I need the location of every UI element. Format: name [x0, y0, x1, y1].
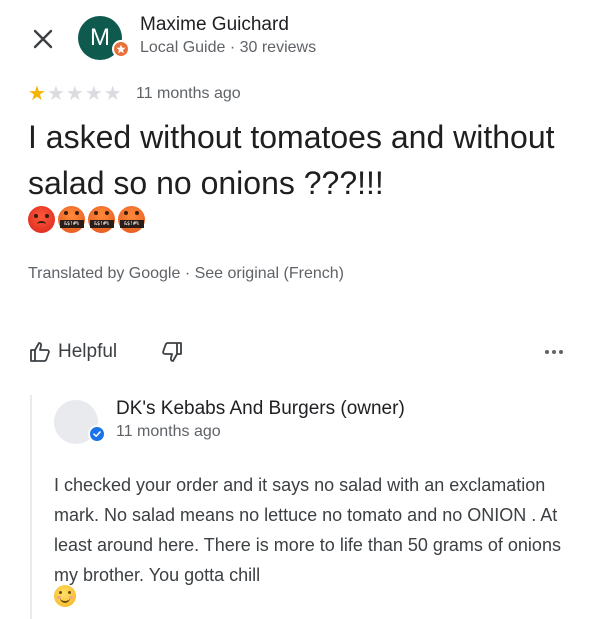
not-helpful-button[interactable]	[160, 340, 184, 369]
cursing-face-emoji-icon: &$!#%	[118, 206, 145, 233]
star-empty-icon: ★	[65, 83, 84, 105]
review-emojis: &$!#% &$!#% &$!#%	[28, 206, 145, 233]
avatar-letter: M	[90, 24, 110, 51]
star-empty-icon: ★	[103, 83, 122, 105]
close-icon	[33, 29, 53, 49]
star-rating: ★ ★ ★ ★ ★	[28, 83, 122, 105]
reviewer-meta: Local Guide · 30 reviews	[140, 39, 317, 56]
cursing-face-emoji-icon: &$!#%	[88, 206, 115, 233]
verified-icon	[88, 425, 106, 443]
owner-name: DK's Kebabs And Burgers (owner)	[116, 398, 405, 419]
translation-note[interactable]: Translated by Google · See original (Fre…	[28, 265, 344, 283]
more-dot-icon	[559, 350, 563, 354]
star-empty-icon: ★	[84, 83, 103, 105]
thumbs-down-icon	[162, 342, 182, 362]
owner-reply-text: I checked your order and it says no sala…	[54, 475, 561, 585]
cursing-face-emoji-icon: &$!#%	[58, 206, 85, 233]
review-time: 11 months ago	[136, 85, 241, 102]
angry-face-emoji-icon	[28, 206, 55, 233]
reviewer-name[interactable]: Maxime Guichard	[140, 14, 289, 36]
thumbs-up-icon	[30, 342, 50, 362]
more-dot-icon	[552, 350, 556, 354]
helpful-button[interactable]: Helpful	[28, 340, 117, 364]
star-empty-icon: ★	[46, 83, 65, 105]
more-dot-icon	[545, 350, 549, 354]
close-button[interactable]	[26, 22, 60, 56]
more-options-button[interactable]	[545, 350, 563, 354]
helpful-label: Helpful	[58, 341, 118, 362]
review-text: I asked without tomatoes and without sal…	[28, 119, 555, 201]
star-filled-icon: ★	[28, 83, 46, 105]
owner-reply-time: 11 months ago	[116, 423, 221, 440]
smiling-face-emoji-icon	[54, 585, 76, 607]
reply-divider	[30, 395, 32, 619]
local-guide-badge-icon	[112, 40, 130, 58]
